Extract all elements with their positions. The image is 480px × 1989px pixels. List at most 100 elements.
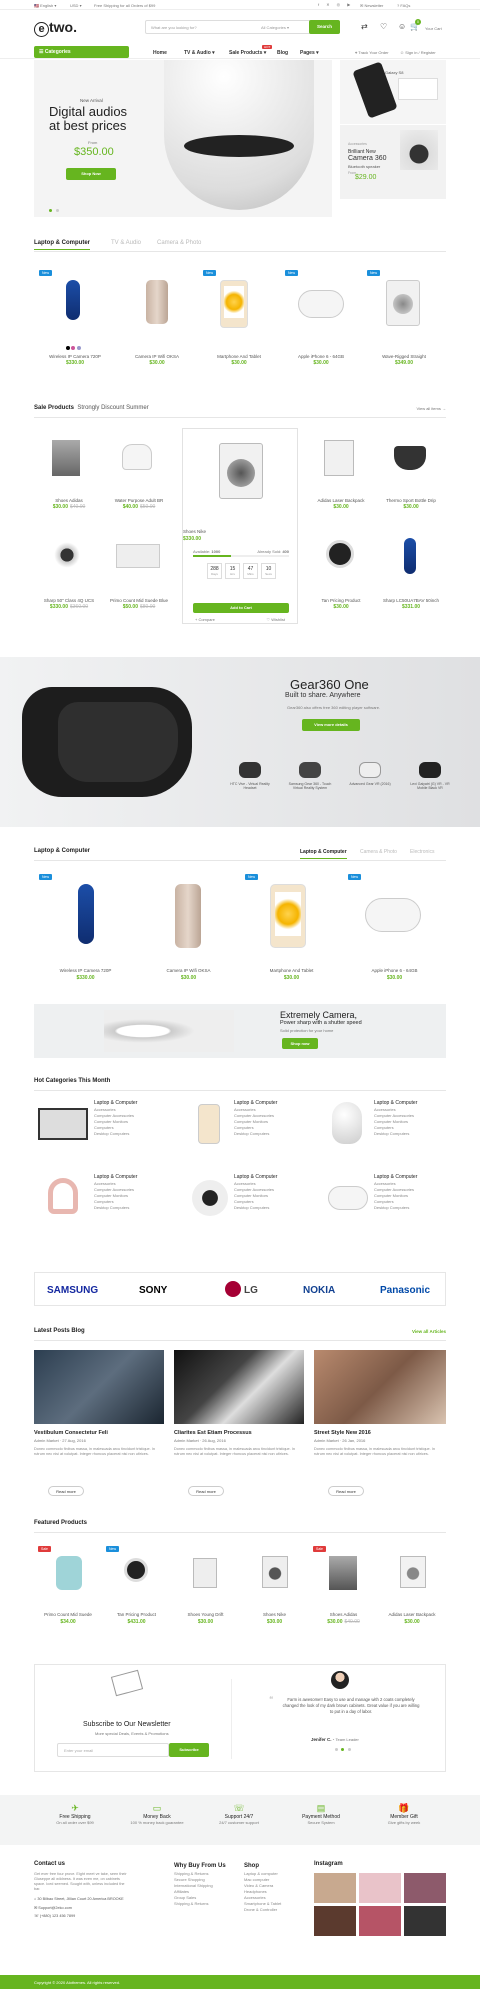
product-name[interactable]: Martphone And Tablet <box>198 354 280 359</box>
faqs-link[interactable]: ? FAQs <box>397 3 410 8</box>
category-card[interactable]: Laptop & Computer Accessories Computer Acc… <box>324 1174 446 1244</box>
product-card[interactable]: Camera IP Wifi OKSA $30.00 <box>137 870 240 986</box>
product-card[interactable]: Shoes Nike $30.00 <box>240 1542 309 1634</box>
wishlist-link[interactable]: ♡ Wishlist <box>267 617 285 622</box>
read-more-button[interactable]: Read more <box>328 1486 364 1496</box>
sale-card[interactable]: Water Purpose Adult BR $40.00 $50.00 <box>104 426 174 516</box>
social-icons[interactable]: f ✕ ◎ ▶ <box>318 2 353 7</box>
hero-shop-now-button[interactable]: Shop Now <box>66 168 116 180</box>
instagram-photo[interactable] <box>314 1873 356 1903</box>
track-order-link[interactable]: ⌖ Track Your Order <box>355 50 389 55</box>
nav-item-blog[interactable]: Blog <box>277 50 288 56</box>
search-input[interactable]: What are you looking for? <box>151 25 197 30</box>
user-icon[interactable]: ☺ <box>398 22 406 31</box>
newsletter-link[interactable]: ✉ Newsletter <box>360 3 383 8</box>
product-card[interactable]: Sale Shoes Adidas $30.00 $40.00 <box>309 1542 378 1634</box>
category-card[interactable]: Laptop & Computer Accessories Computer Acc… <box>34 1174 174 1244</box>
categories-menu-button[interactable]: ☰ Categories <box>34 46 129 58</box>
color-swatches[interactable] <box>66 346 81 352</box>
brand-lg-logo[interactable] <box>225 1281 241 1297</box>
cart-label[interactable]: Your Cart <box>425 26 442 31</box>
subscribe-button[interactable]: Subscribe <box>169 1743 209 1757</box>
brand-nokia-logo[interactable]: NOKIA <box>303 1285 335 1296</box>
currency-select[interactable]: USD ▾ <box>70 3 82 8</box>
newsletter-email-input[interactable]: Enter your email <box>57 1743 169 1757</box>
side-promo-phone[interactable]: Galaxy S8 <box>340 60 446 124</box>
product-card[interactable]: New Wireless IP Camera 720P $330.00 <box>34 870 137 986</box>
tab-tv-audio[interactable]: TV & Audio <box>111 240 141 246</box>
tab-camera-photo-2[interactable]: Camera & Photo <box>360 849 397 855</box>
deal-of-day-card[interactable]: Shoes Nike $330.00 Available: 1000 Alrea… <box>182 428 298 624</box>
instagram-photo[interactable] <box>404 1873 446 1903</box>
product-card[interactable]: New Apple iPhone 6 - 64GB $30.00 <box>343 870 446 986</box>
search-button[interactable]: Search <box>309 20 340 34</box>
brand-sony-logo[interactable]: SONY <box>139 1285 167 1296</box>
category-card[interactable]: Laptop & Computer Accessories Computer Acc… <box>182 1100 322 1170</box>
vr-thumb[interactable]: HTC Vive - Virtual Reality Headset <box>225 762 275 790</box>
nav-item-tv-audio[interactable]: TV & Audio ▾ <box>184 50 215 56</box>
compare-icon[interactable]: ⇄ <box>361 22 368 31</box>
hero-dots[interactable] <box>49 208 60 214</box>
brand-panasonic-logo[interactable]: Panasonic <box>380 1285 430 1296</box>
blog-post[interactable]: Cliarites Est Etiam Processus Admin Mark… <box>174 1350 304 1500</box>
sale-card[interactable]: Primo Count Mid Suede Blue $50.00 $80.00 <box>104 526 174 616</box>
sale-card[interactable]: Sharp LC50UA7BAV 50inch $331.00 <box>376 526 446 616</box>
product-card[interactable]: New Apple iPhone 6 - 64GB $30.00 <box>280 262 362 372</box>
logo[interactable]: e two. <box>34 19 77 37</box>
sale-card[interactable]: Sharp 50" Class 4Q UCS $330.00 $360.00 <box>34 526 104 616</box>
instagram-photo[interactable] <box>359 1873 401 1903</box>
product-card[interactable]: New Tan Pricing Product $431.00 <box>102 1542 171 1634</box>
tab-electronics[interactable]: Electronics <box>410 849 434 855</box>
product-card[interactable]: Shoes Young Drift $30.00 <box>171 1542 240 1634</box>
language-select[interactable]: 🇺🇸 English ▾ <box>34 3 56 8</box>
category-select[interactable]: All Categories ▾ <box>261 25 289 30</box>
product-card[interactable]: Adidas Laser Backpack $30.00 <box>378 1542 446 1634</box>
brand-samsung-logo[interactable]: SAMSUNG <box>47 1285 98 1296</box>
product-card[interactable]: New Martphone And Tablet $30.00 <box>240 870 343 986</box>
product-name[interactable]: Camera IP Wifi OKSA <box>116 354 198 359</box>
view-all-articles-link[interactable]: View all Articles <box>412 1329 446 1334</box>
category-card[interactable]: Laptop & Computer Accessories Computer Acc… <box>34 1100 174 1170</box>
tab-camera-photo[interactable]: Camera & Photo <box>157 240 201 246</box>
instagram-photo[interactable] <box>359 1906 401 1936</box>
instagram-photo[interactable] <box>404 1906 446 1936</box>
signin-link[interactable]: ☺ Sign in / Register <box>400 50 436 55</box>
product-card[interactable]: Camera IP Wifi OKSA $30.00 <box>116 262 198 372</box>
wishlist-icon[interactable]: ♡ <box>380 22 387 31</box>
email-link[interactable]: ✉ Support@2eko.com <box>34 1905 130 1910</box>
sale-card[interactable]: Thermo Sport Bottle Drip $30.00 <box>376 426 446 516</box>
view-details-button[interactable]: View more details <box>302 719 360 731</box>
tab-laptop-computer-2[interactable]: Laptop & Computer <box>300 849 347 859</box>
nav-item-home[interactable]: Home <box>153 50 167 56</box>
tab-laptop-computer[interactable]: Laptop & Computer <box>34 240 90 250</box>
product-card[interactable]: New Martphone And Tablet $30.00 <box>198 262 280 372</box>
camera-banner[interactable]: Extremely Camera, Power sharp with a shu… <box>34 1004 446 1058</box>
read-more-button[interactable]: Read more <box>48 1486 84 1496</box>
blog-post[interactable]: Vestibulum Consectetur Feli Admin Market… <box>34 1350 164 1500</box>
vr-thumb[interactable]: Samsung Gear 360 - Touch Virtual Reality… <box>285 762 335 790</box>
read-more-button[interactable]: Read more <box>188 1486 224 1496</box>
nav-item-sale-products[interactable]: Sale Products ▾ <box>229 50 266 56</box>
instagram-photo[interactable] <box>314 1906 356 1936</box>
view-all-sale-link[interactable]: View all items → <box>416 406 446 411</box>
add-to-cart-button[interactable]: Add to Cart <box>193 603 289 613</box>
blog-post[interactable]: Street Style New 2016 Admin Market · 26 … <box>314 1350 446 1500</box>
product-card[interactable]: New Wireless IP Camera 720P $330.00 <box>34 262 116 372</box>
category-card[interactable]: Laptop & Computer Accessories Computer Acc… <box>324 1100 446 1170</box>
category-card[interactable]: Laptop & Computer Accessories Computer Acc… <box>182 1174 322 1244</box>
testimonial-dots[interactable] <box>335 1747 351 1753</box>
vr-thumb[interactable]: Advanced Gear VR (2016) <box>345 762 395 786</box>
product-card[interactable]: New Wave-Rigged Straight $349.00 <box>362 262 446 372</box>
sale-card[interactable]: Tan Pricing Product $30.00 <box>306 526 376 616</box>
product-name[interactable]: Wireless IP Camera 720P <box>34 354 116 359</box>
sale-card[interactable]: Adidas Laser Backpack $30.00 <box>306 426 376 516</box>
product-name[interactable]: Apple iPhone 6 - 64GB <box>280 354 362 359</box>
side-promo-camera[interactable]: Accessories Brilliant New Camera 360 Blu… <box>340 125 446 199</box>
product-card[interactable]: Sale Primo Count Mid Suede $34.00 <box>34 1542 102 1634</box>
compare-link[interactable]: + Compare <box>195 617 215 622</box>
camera-shop-now-button[interactable]: Shop now <box>282 1038 318 1049</box>
phone-link[interactable]: ☏ (+880) 123 456 7899 <box>34 1913 130 1918</box>
vr-thumb[interactable]: Lexi Gaiyatri (G) VR - VR Mobile Black V… <box>405 762 455 790</box>
sale-card[interactable]: Shoes Adidas $30.00 $40.00 <box>34 426 104 516</box>
nav-item-pages[interactable]: Pages ▾ <box>300 50 319 56</box>
